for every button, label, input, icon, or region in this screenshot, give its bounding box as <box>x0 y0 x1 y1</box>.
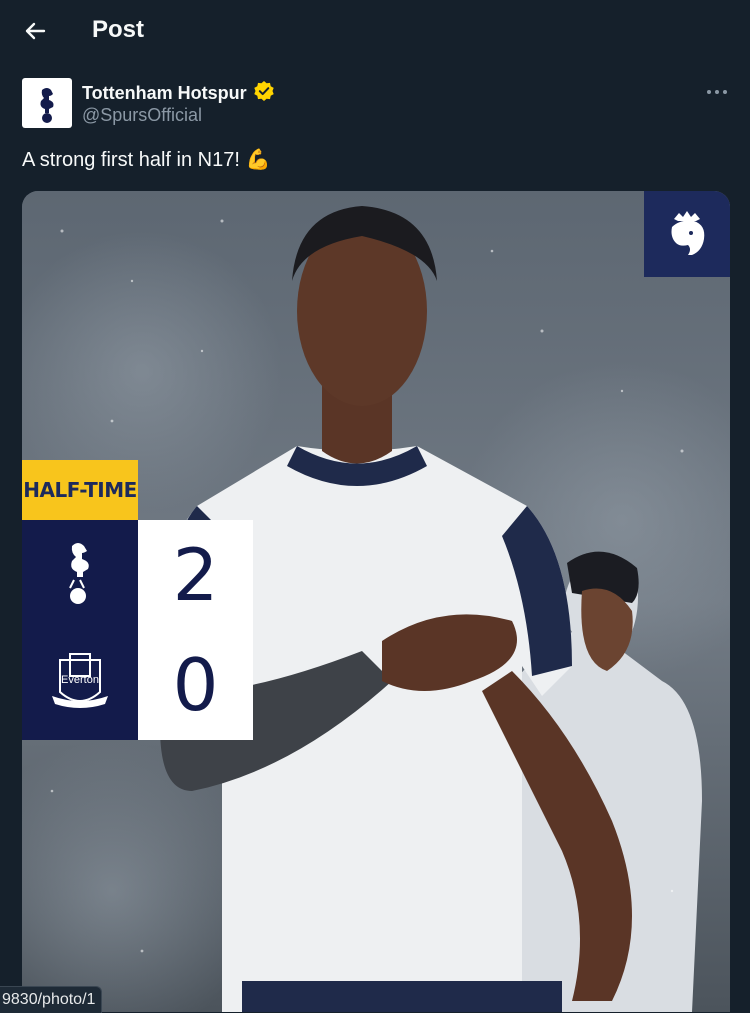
more-options-button[interactable] <box>700 80 734 104</box>
everton-crest-text: Everton <box>61 674 99 686</box>
more-horizontal-icon <box>707 90 727 94</box>
status-url: 9830/photo/1 <box>0 986 103 1013</box>
verified-badge-icon <box>253 81 274 101</box>
author-name-text: Tottenham Hotspur <box>82 83 247 103</box>
away-team-crest: Everton <box>22 630 138 740</box>
premier-league-logo <box>644 191 730 277</box>
author-name[interactable]: Tottenham Hotspur <box>82 80 275 104</box>
cockerel-crest-icon <box>40 88 54 123</box>
premier-league-lion-icon <box>671 211 705 255</box>
home-score: 2 <box>138 520 253 630</box>
arrow-left-icon <box>25 22 46 40</box>
avatar[interactable] <box>22 78 72 128</box>
home-team-crest <box>22 520 138 630</box>
away-score: 0 <box>138 630 253 740</box>
author-handle[interactable]: @SpursOfficial <box>82 104 202 126</box>
top-bar: Post <box>0 0 750 60</box>
half-time-label: HALF-TIME <box>22 460 138 520</box>
page-title: Post <box>92 16 145 43</box>
back-button[interactable] <box>18 14 52 48</box>
post-image[interactable]: HALF-TIME 2 Everton 0 <box>22 191 730 1012</box>
tweet-text: A strong first half in N17! 💪 <box>22 149 271 171</box>
tottenham-crest-icon <box>69 543 89 604</box>
